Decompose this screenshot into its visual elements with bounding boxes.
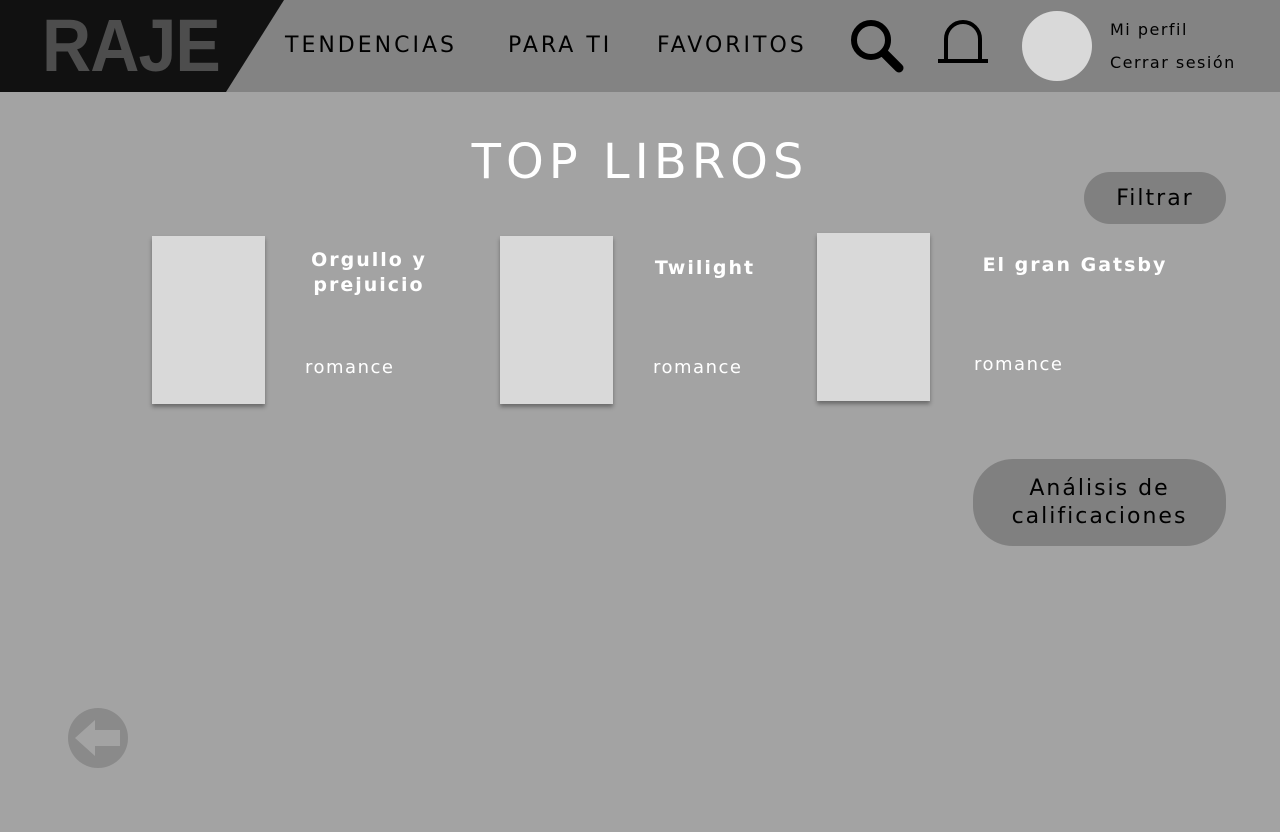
notifications-button[interactable] bbox=[936, 19, 990, 69]
book-cover[interactable] bbox=[152, 236, 265, 404]
search-button[interactable] bbox=[848, 18, 906, 80]
logo[interactable]: RAJE bbox=[0, 0, 284, 92]
logo-text: RAJE bbox=[42, 4, 221, 87]
book-title[interactable]: El gran Gatsby bbox=[960, 253, 1190, 278]
top-navigation-bar: RAJE TENDENCIAS PARA TI FAVORITOS Mi per… bbox=[0, 0, 1280, 92]
book-title[interactable]: Twilight bbox=[640, 256, 770, 281]
nav-link-for-you[interactable]: PARA TI bbox=[508, 31, 612, 61]
my-profile-link[interactable]: Mi perfil bbox=[1110, 20, 1188, 40]
book-title[interactable]: Orgullo y prejuicio bbox=[290, 248, 448, 298]
filter-button[interactable]: Filtrar bbox=[1084, 172, 1226, 224]
book-genre: romance bbox=[305, 357, 395, 378]
avatar[interactable] bbox=[1022, 11, 1092, 81]
nav-link-favorites[interactable]: FAVORITOS bbox=[657, 31, 807, 61]
book-genre: romance bbox=[653, 357, 743, 378]
nav-link-trending[interactable]: TENDENCIAS bbox=[285, 31, 457, 61]
book-cover[interactable] bbox=[500, 236, 613, 404]
back-button[interactable] bbox=[67, 707, 129, 769]
page-title: TOP LIBROS bbox=[471, 134, 809, 190]
book-genre: romance bbox=[974, 354, 1064, 375]
book-cover[interactable] bbox=[817, 233, 930, 401]
arrow-left-icon bbox=[68, 708, 128, 768]
search-icon bbox=[851, 20, 904, 73]
bell-icon bbox=[938, 20, 988, 63]
logout-link[interactable]: Cerrar sesión bbox=[1110, 53, 1236, 73]
ratings-analysis-button[interactable]: Análisis de calificaciones bbox=[973, 459, 1226, 546]
